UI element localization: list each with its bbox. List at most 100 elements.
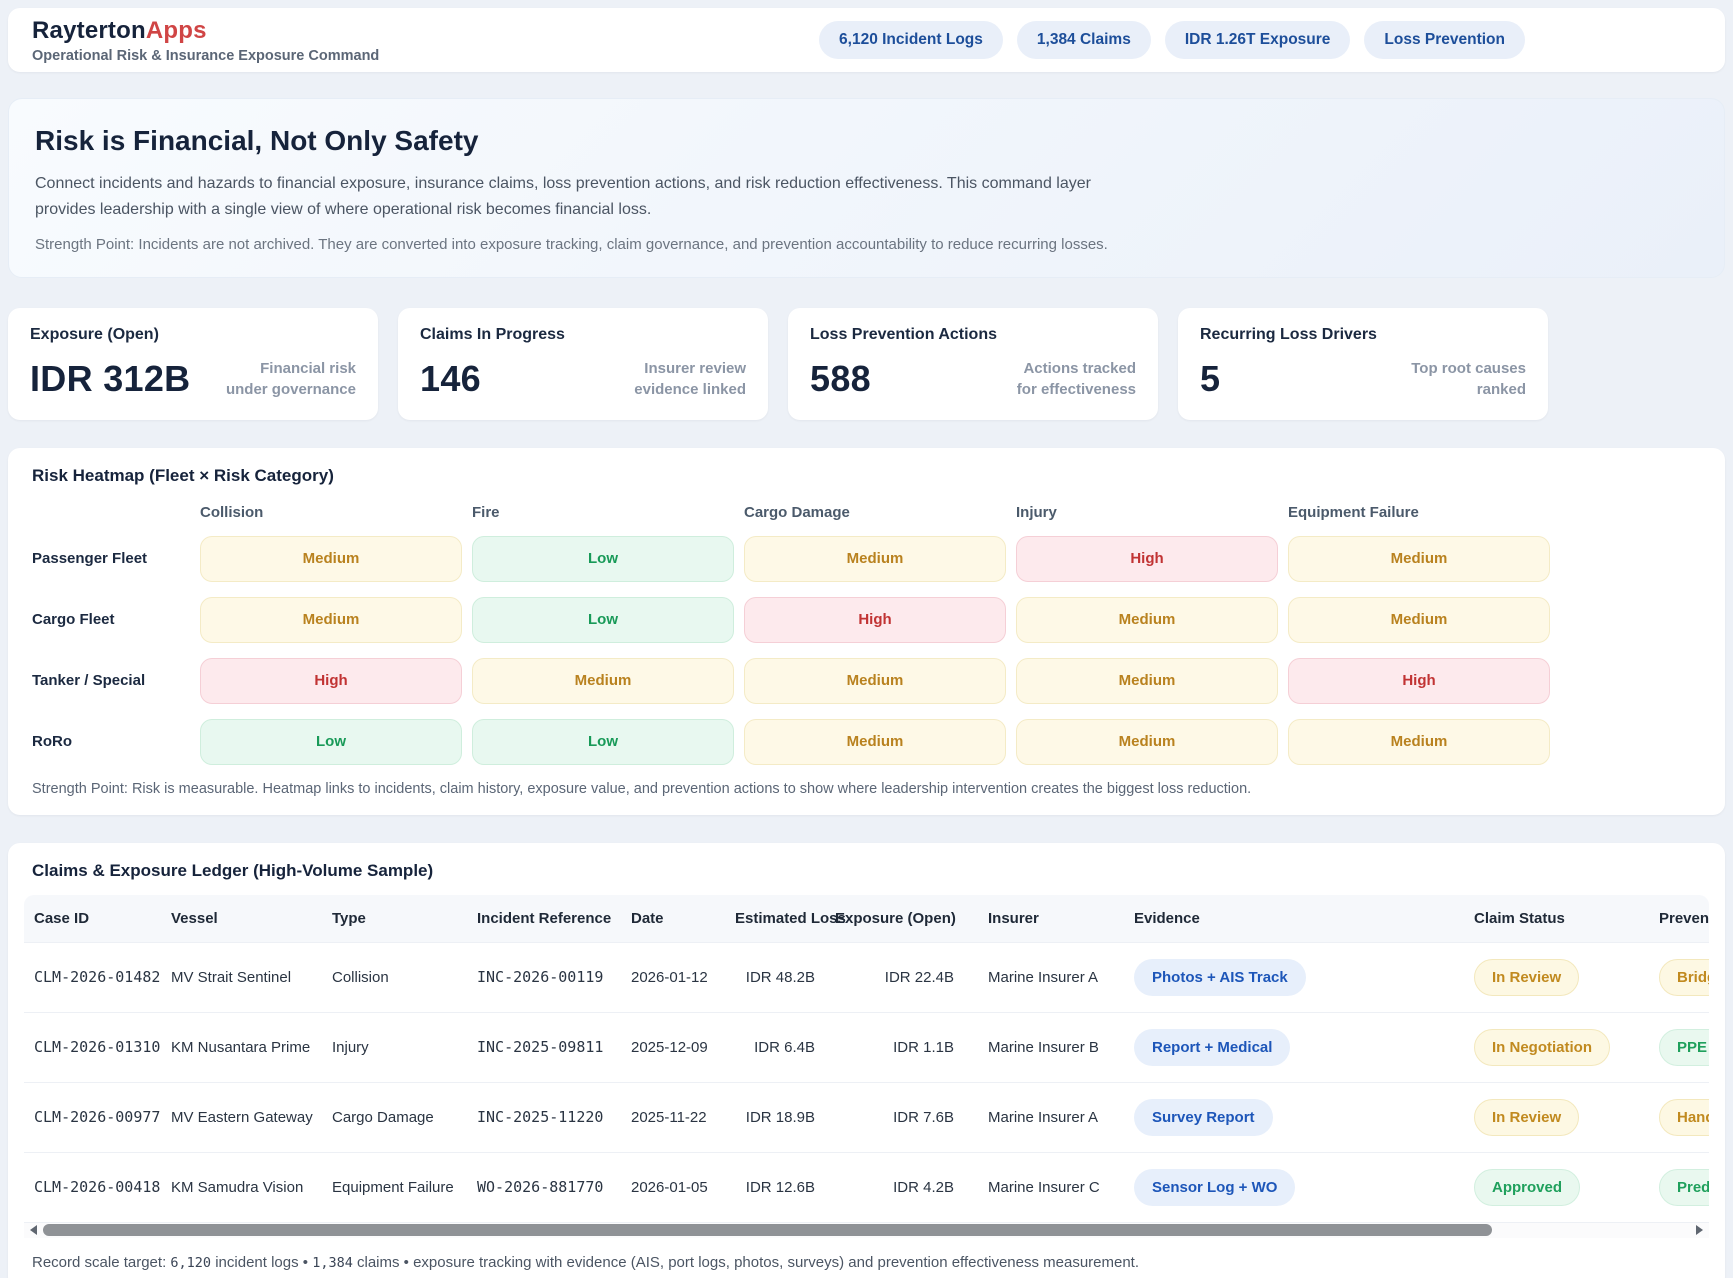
scrollbar-thumb[interactable]: [43, 1224, 1492, 1236]
col-header-claim-status: Claim Status: [1464, 895, 1649, 943]
heatmap-cell[interactable]: High: [1288, 658, 1550, 704]
cell-estimated-loss: IDR 6.4B: [725, 1012, 825, 1082]
kpi-row: Exposure (Open) IDR 312B Financial risk …: [8, 308, 1548, 420]
kpi-label: Loss Prevention Actions: [810, 326, 1136, 344]
prevention-badge: Bridge: [1659, 959, 1709, 996]
cell-claim-status: In Review: [1464, 942, 1649, 1012]
col-header-case-id: Case ID: [24, 895, 161, 943]
cell-insurer: Marine Insurer A: [964, 942, 1124, 1012]
cell-vessel: MV Strait Sentinel: [161, 942, 322, 1012]
cell-claim-status: Approved: [1464, 1152, 1649, 1222]
hero-description: Connect incidents and hazards to financi…: [35, 171, 1155, 224]
cell-date: 2026-01-12: [621, 942, 725, 1012]
kpi-value: 146: [420, 358, 481, 400]
badge-claims[interactable]: 1,384 Claims: [1017, 21, 1151, 59]
scrollbar-track[interactable]: [43, 1224, 1690, 1236]
cell-date: 2025-11-22: [621, 1082, 725, 1152]
hero-strength-point: Strength Point: Incidents are not archiv…: [35, 236, 1698, 253]
kpi-label: Claims In Progress: [420, 326, 746, 344]
cell-type: Injury: [322, 1012, 467, 1082]
kpi-note: Financial risk under governance: [226, 359, 356, 400]
heatmap-cell[interactable]: Low: [472, 597, 734, 643]
heatmap-cell[interactable]: Low: [472, 536, 734, 582]
ledger-title: Claims & Exposure Ledger (High-Volume Sa…: [24, 861, 1709, 881]
heatmap-cell[interactable]: Medium: [1288, 536, 1550, 582]
cell-exposure-open: IDR 1.1B: [825, 1012, 964, 1082]
heatmap-cell[interactable]: Medium: [1288, 597, 1550, 643]
footnote-number: 1,384: [312, 1255, 353, 1271]
heatmap-cell[interactable]: High: [1016, 536, 1278, 582]
heatmap-cell[interactable]: Low: [472, 719, 734, 765]
heatmap-cell[interactable]: Medium: [744, 658, 1006, 704]
kpi-note: Insurer review evidence linked: [634, 359, 746, 400]
cell-evidence: Photos + AIS Track: [1124, 942, 1464, 1012]
cell-prevention: Bridge: [1649, 942, 1709, 1012]
cell-type: Cargo Damage: [322, 1082, 467, 1152]
prevention-badge: Predicti: [1659, 1169, 1709, 1206]
heatmap-cell[interactable]: Medium: [200, 597, 462, 643]
cell-case-id: CLM-2026-00418: [24, 1152, 161, 1222]
heatmap-cell[interactable]: Medium: [1016, 597, 1278, 643]
heatmap-cell[interactable]: Medium: [1016, 658, 1278, 704]
brand-block: RaytertonApps Operational Risk & Insuran…: [32, 17, 379, 64]
cell-evidence: Survey Report: [1124, 1082, 1464, 1152]
badge-incident-logs[interactable]: 6,120 Incident Logs: [819, 21, 1003, 59]
cell-prevention: PPE Enf: [1649, 1012, 1709, 1082]
heatmap-cell[interactable]: Medium: [744, 719, 1006, 765]
heatmap-column-header: Fire: [472, 504, 734, 521]
badge-loss-prevention[interactable]: Loss Prevention: [1364, 21, 1525, 59]
cell-date: 2026-01-05: [621, 1152, 725, 1222]
cell-estimated-loss: IDR 48.2B: [725, 942, 825, 1012]
cell-vessel: KM Nusantara Prime: [161, 1012, 322, 1082]
hero-title: Risk is Financial, Not Only Safety: [35, 125, 1698, 157]
cell-vessel: KM Samudra Vision: [161, 1152, 322, 1222]
heatmap-row-label: RoRo: [32, 733, 190, 750]
kpi-note: Top root causes ranked: [1411, 359, 1526, 400]
cell-incident-reference: INC-2025-09811: [467, 1012, 621, 1082]
heatmap-column-header: Cargo Damage: [744, 504, 1006, 521]
kpi-card-exposure: Exposure (Open) IDR 312B Financial risk …: [8, 308, 378, 420]
evidence-chip[interactable]: Report + Medical: [1134, 1029, 1290, 1066]
evidence-chip[interactable]: Sensor Log + WO: [1134, 1169, 1295, 1206]
cell-claim-status: In Negotiation: [1464, 1012, 1649, 1082]
kpi-label: Recurring Loss Drivers: [1200, 326, 1526, 344]
heatmap-cell[interactable]: Medium: [1016, 719, 1278, 765]
scrollbar-left-arrow-icon[interactable]: [30, 1225, 37, 1235]
cell-estimated-loss: IDR 18.9B: [725, 1082, 825, 1152]
col-header-estimated-loss: Estimated Loss: [725, 895, 825, 943]
scrollbar-right-arrow-icon[interactable]: [1696, 1225, 1703, 1235]
evidence-chip[interactable]: Photos + AIS Track: [1134, 959, 1306, 996]
heatmap-cell[interactable]: Medium: [200, 536, 462, 582]
col-header-type: Type: [322, 895, 467, 943]
heatmap-cell[interactable]: Medium: [1288, 719, 1550, 765]
heatmap-cell[interactable]: Low: [200, 719, 462, 765]
cell-date: 2025-12-09: [621, 1012, 725, 1082]
heatmap-cell[interactable]: Medium: [744, 536, 1006, 582]
heatmap-column-header: Collision: [200, 504, 462, 521]
badge-exposure[interactable]: IDR 1.26T Exposure: [1165, 21, 1351, 59]
cell-insurer: Marine Insurer A: [964, 1082, 1124, 1152]
ledger-row: CLM-2026-01310 KM Nusantara Prime Injury…: [24, 1012, 1709, 1082]
horizontal-scrollbar[interactable]: [24, 1222, 1709, 1238]
kpi-card-loss-drivers: Recurring Loss Drivers 5 Top root causes…: [1178, 308, 1548, 420]
claim-status-badge: Approved: [1474, 1169, 1580, 1206]
cell-type: Collision: [322, 942, 467, 1012]
ledger-footnote: Record scale target: 6,120 incident logs…: [24, 1254, 1709, 1271]
claim-status-badge: In Review: [1474, 959, 1579, 996]
brand-subtitle: Operational Risk & Insurance Exposure Co…: [32, 48, 379, 64]
heatmap-row-label: Tanker / Special: [32, 672, 190, 689]
ledger-row: CLM-2026-00977 MV Eastern Gateway Cargo …: [24, 1082, 1709, 1152]
cell-prevention: Handlin: [1649, 1082, 1709, 1152]
kpi-note: Actions tracked for effectiveness: [1017, 359, 1136, 400]
cell-exposure-open: IDR 22.4B: [825, 942, 964, 1012]
col-header-prevention: Prevention: [1649, 895, 1709, 943]
evidence-chip[interactable]: Survey Report: [1134, 1099, 1273, 1136]
heatmap-column-header: Equipment Failure: [1288, 504, 1550, 521]
heatmap-cell[interactable]: High: [200, 658, 462, 704]
cell-insurer: Marine Insurer B: [964, 1012, 1124, 1082]
heatmap-cell[interactable]: High: [744, 597, 1006, 643]
heatmap-cell[interactable]: Medium: [472, 658, 734, 704]
brand-accent: Apps: [146, 17, 207, 44]
kpi-card-prevention-actions: Loss Prevention Actions 588 Actions trac…: [788, 308, 1158, 420]
kpi-label: Exposure (Open): [30, 326, 356, 344]
